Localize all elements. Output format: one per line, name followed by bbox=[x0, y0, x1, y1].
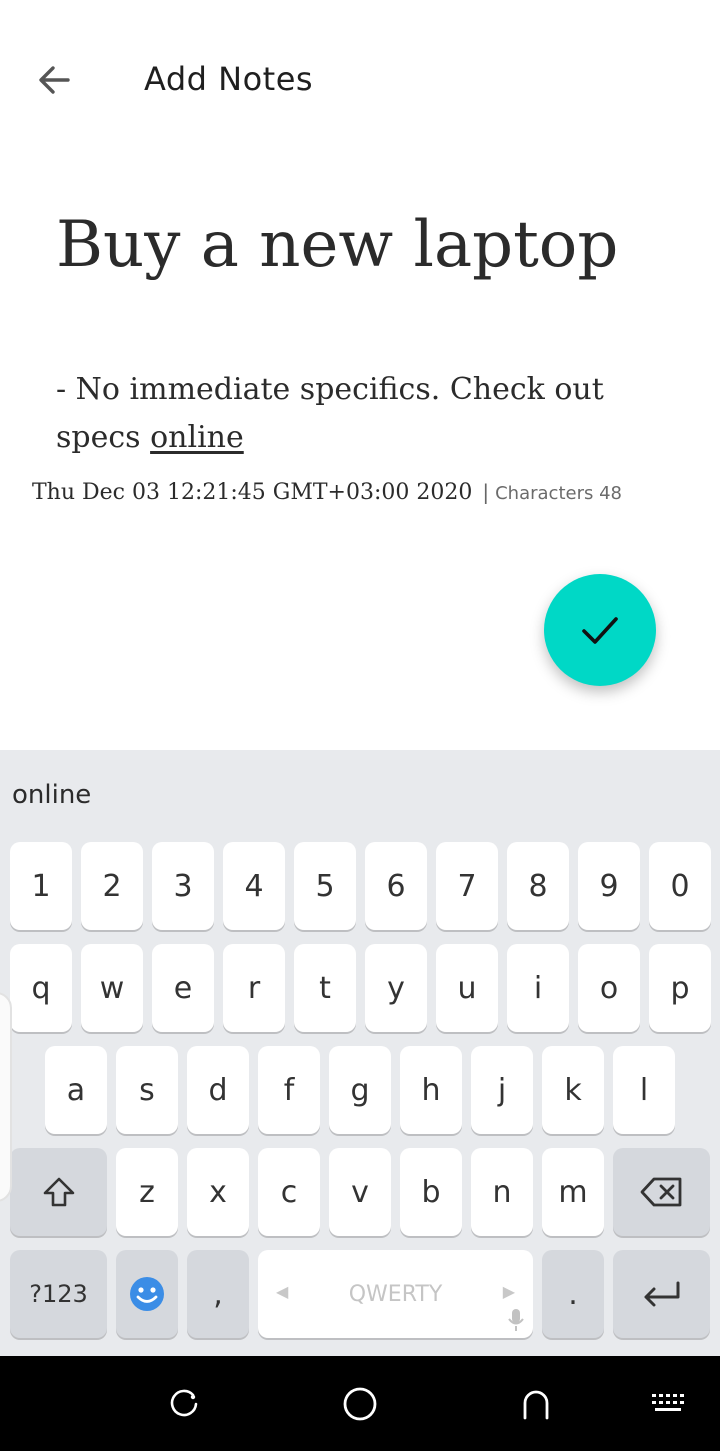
shift-icon bbox=[43, 1177, 74, 1207]
check-icon bbox=[582, 617, 618, 644]
enter-key[interactable] bbox=[613, 1250, 710, 1338]
edge-panel-handle[interactable] bbox=[0, 992, 12, 1202]
key-8[interactable]: 8 bbox=[507, 842, 569, 930]
key-0[interactable]: 0 bbox=[649, 842, 711, 930]
microphone-icon bbox=[508, 1309, 524, 1331]
key-7[interactable]: 7 bbox=[436, 842, 498, 930]
period-key-label: . bbox=[568, 1276, 578, 1312]
emoji-icon bbox=[130, 1277, 164, 1311]
key-a[interactable]: a bbox=[45, 1046, 107, 1134]
key-f[interactable]: f bbox=[258, 1046, 320, 1134]
keyboard-switch-icon bbox=[652, 1394, 684, 1411]
meta-separator: | bbox=[482, 480, 490, 504]
note-timestamp: Thu Dec 03 12:21:45 GMT+03:00 2020 bbox=[32, 480, 473, 505]
key-i[interactable]: i bbox=[507, 944, 569, 1032]
shift-key[interactable] bbox=[10, 1148, 107, 1236]
key-5[interactable]: 5 bbox=[294, 842, 356, 930]
space-bar[interactable]: ◀ QWERTY ▶ bbox=[258, 1250, 533, 1338]
symbols-key-label: ?123 bbox=[29, 1280, 88, 1308]
save-note-button[interactable] bbox=[544, 574, 656, 686]
nav-back-button[interactable] bbox=[506, 1378, 566, 1430]
back-icon bbox=[523, 1390, 549, 1420]
key-s[interactable]: s bbox=[116, 1046, 178, 1134]
page-title: Add Notes bbox=[144, 60, 314, 98]
back-button[interactable] bbox=[26, 56, 82, 104]
note-body-field[interactable]: - No immediate specifics. Check out spec… bbox=[56, 366, 656, 462]
keyboard-switch-button[interactable] bbox=[638, 1378, 698, 1430]
key-o[interactable]: o bbox=[578, 944, 640, 1032]
arrow-left-icon bbox=[39, 66, 70, 94]
key-b[interactable]: b bbox=[400, 1148, 462, 1236]
space-bar-label: QWERTY bbox=[348, 1281, 443, 1307]
suggestion-chip[interactable]: online bbox=[12, 780, 91, 810]
key-2[interactable]: 2 bbox=[81, 842, 143, 930]
key-u[interactable]: u bbox=[436, 944, 498, 1032]
backspace-icon bbox=[640, 1177, 681, 1207]
key-d[interactable]: d bbox=[187, 1046, 249, 1134]
key-3[interactable]: 3 bbox=[152, 842, 214, 930]
key-c[interactable]: c bbox=[258, 1148, 320, 1236]
key-h[interactable]: h bbox=[400, 1046, 462, 1134]
home-icon bbox=[343, 1387, 377, 1421]
key-v[interactable]: v bbox=[329, 1148, 391, 1236]
system-nav-bar bbox=[0, 1356, 720, 1451]
character-count: Characters 48 bbox=[495, 483, 622, 504]
chevron-left-icon: ◀ bbox=[276, 1282, 289, 1301]
comma-key[interactable]: , bbox=[187, 1250, 249, 1338]
key-k[interactable]: k bbox=[542, 1046, 604, 1134]
key-g[interactable]: g bbox=[329, 1046, 391, 1134]
chevron-right-icon: ▶ bbox=[502, 1282, 515, 1301]
emoji-key[interactable] bbox=[116, 1250, 178, 1338]
app-bar: Add Notes bbox=[0, 0, 720, 160]
note-body-text: - No immediate specifics. Check out spec… bbox=[56, 372, 604, 455]
enter-icon bbox=[644, 1281, 679, 1307]
key-j[interactable]: j bbox=[471, 1046, 533, 1134]
period-key[interactable]: . bbox=[542, 1250, 604, 1338]
key-y[interactable]: y bbox=[365, 944, 427, 1032]
suggestion-bar: online bbox=[0, 750, 720, 840]
symbols-key[interactable]: ?123 bbox=[10, 1250, 107, 1338]
note-body-link[interactable]: online bbox=[150, 420, 244, 455]
comma-key-label: , bbox=[213, 1276, 223, 1312]
key-6[interactable]: 6 bbox=[365, 842, 427, 930]
key-e[interactable]: e bbox=[152, 944, 214, 1032]
recent-apps-icon bbox=[170, 1389, 198, 1417]
recent-apps-button[interactable] bbox=[154, 1378, 214, 1430]
key-r[interactable]: r bbox=[223, 944, 285, 1032]
key-m[interactable]: m bbox=[542, 1148, 604, 1236]
key-1[interactable]: 1 bbox=[10, 842, 72, 930]
key-x[interactable]: x bbox=[187, 1148, 249, 1236]
key-w[interactable]: w bbox=[81, 944, 143, 1032]
backspace-key[interactable] bbox=[613, 1148, 710, 1236]
key-q[interactable]: q bbox=[10, 944, 72, 1032]
note-title-field[interactable]: Buy a new laptop bbox=[56, 208, 618, 282]
note-meta: Thu Dec 03 12:21:45 GMT+03:00 2020 | Cha… bbox=[32, 480, 622, 505]
key-n[interactable]: n bbox=[471, 1148, 533, 1236]
key-9[interactable]: 9 bbox=[578, 842, 640, 930]
key-l[interactable]: l bbox=[613, 1046, 675, 1134]
key-t[interactable]: t bbox=[294, 944, 356, 1032]
key-4[interactable]: 4 bbox=[223, 842, 285, 930]
soft-keyboard: online 1 2 3 4 5 6 7 8 9 0 q w e r t y u… bbox=[0, 750, 720, 1356]
home-button[interactable] bbox=[330, 1378, 390, 1430]
key-z[interactable]: z bbox=[116, 1148, 178, 1236]
key-p[interactable]: p bbox=[649, 944, 711, 1032]
